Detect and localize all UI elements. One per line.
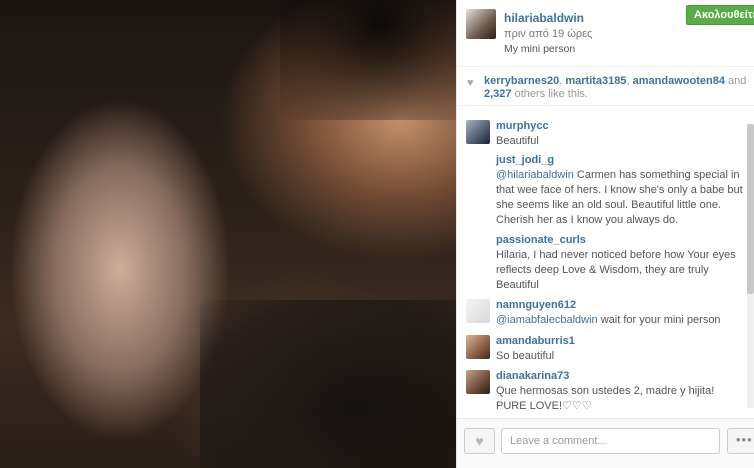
comment-text: Beautiful	[496, 135, 539, 147]
comment-input[interactable]	[501, 428, 720, 454]
post-caption: My mini person	[504, 43, 576, 55]
comment-text: Hilaria, I had never noticed before how …	[496, 249, 736, 291]
comments-list: murphycc Beautiful just_jodi_g @hilariab…	[457, 110, 754, 415]
commenter-avatar[interactable]	[466, 370, 490, 394]
comment-text: @iamabfalecbaldwin wait for your mini pe…	[496, 314, 721, 326]
follow-button[interactable]: Ακολουθείτε	[686, 5, 754, 25]
post-sidebar: hilariabaldwin πριν από 19 ώρες My mini …	[456, 0, 754, 468]
commenter-username[interactable]: dianakarina73	[496, 370, 569, 382]
more-options-button[interactable]: •••	[727, 428, 754, 454]
commenter-username[interactable]: murphycc	[496, 120, 549, 132]
photo-shade	[280, 0, 456, 120]
post-timestamp[interactable]: πριν από 19 ώρες	[504, 28, 592, 40]
comment-text: So beautiful	[496, 350, 555, 362]
commenter-username[interactable]: amandaburris1	[496, 335, 575, 347]
likes-summary: kerrybarnes20, martita3185, amandawooten…	[484, 75, 747, 100]
owner-username[interactable]: hilariabaldwin	[504, 11, 584, 25]
like-button[interactable]: ♥	[464, 428, 495, 454]
photo-shade	[200, 300, 456, 468]
comment-footer: ♥ •••	[457, 418, 754, 468]
owner-avatar[interactable]	[466, 9, 496, 39]
liker-username[interactable]: martita3185	[565, 75, 626, 87]
likes-section: ♥ kerrybarnes20, martita3185, amandawoot…	[457, 66, 754, 106]
commenter-avatar[interactable]	[466, 120, 490, 144]
post-photo	[0, 0, 456, 468]
likes-others-count[interactable]: 2,327	[484, 88, 512, 100]
comment-text: @hilariabaldwin Carmen has something spe…	[496, 169, 743, 226]
commenter-username[interactable]: passionate_curls	[496, 234, 586, 246]
heart-icon: ♥	[467, 77, 474, 89]
commenter-avatar[interactable]	[466, 335, 490, 359]
commenter-username[interactable]: just_jodi_g	[496, 154, 554, 166]
commenter-username[interactable]: namnguyen612	[496, 299, 576, 311]
liker-username[interactable]: kerrybarnes20	[484, 75, 559, 87]
scrollbar-thumb[interactable]	[747, 124, 754, 294]
comment-text: Que hermosas son ustedes 2, madre y hiji…	[496, 385, 715, 412]
mention-link[interactable]: @iamabfalecbaldwin	[496, 314, 598, 326]
commenter-avatar[interactable]	[466, 299, 490, 323]
post-header: hilariabaldwin πριν από 19 ώρες My mini …	[457, 0, 754, 64]
liker-username[interactable]: amandawooten84	[633, 75, 725, 87]
mention-link[interactable]: @hilariabaldwin	[496, 169, 574, 181]
heart-icon: ♥	[475, 433, 484, 449]
